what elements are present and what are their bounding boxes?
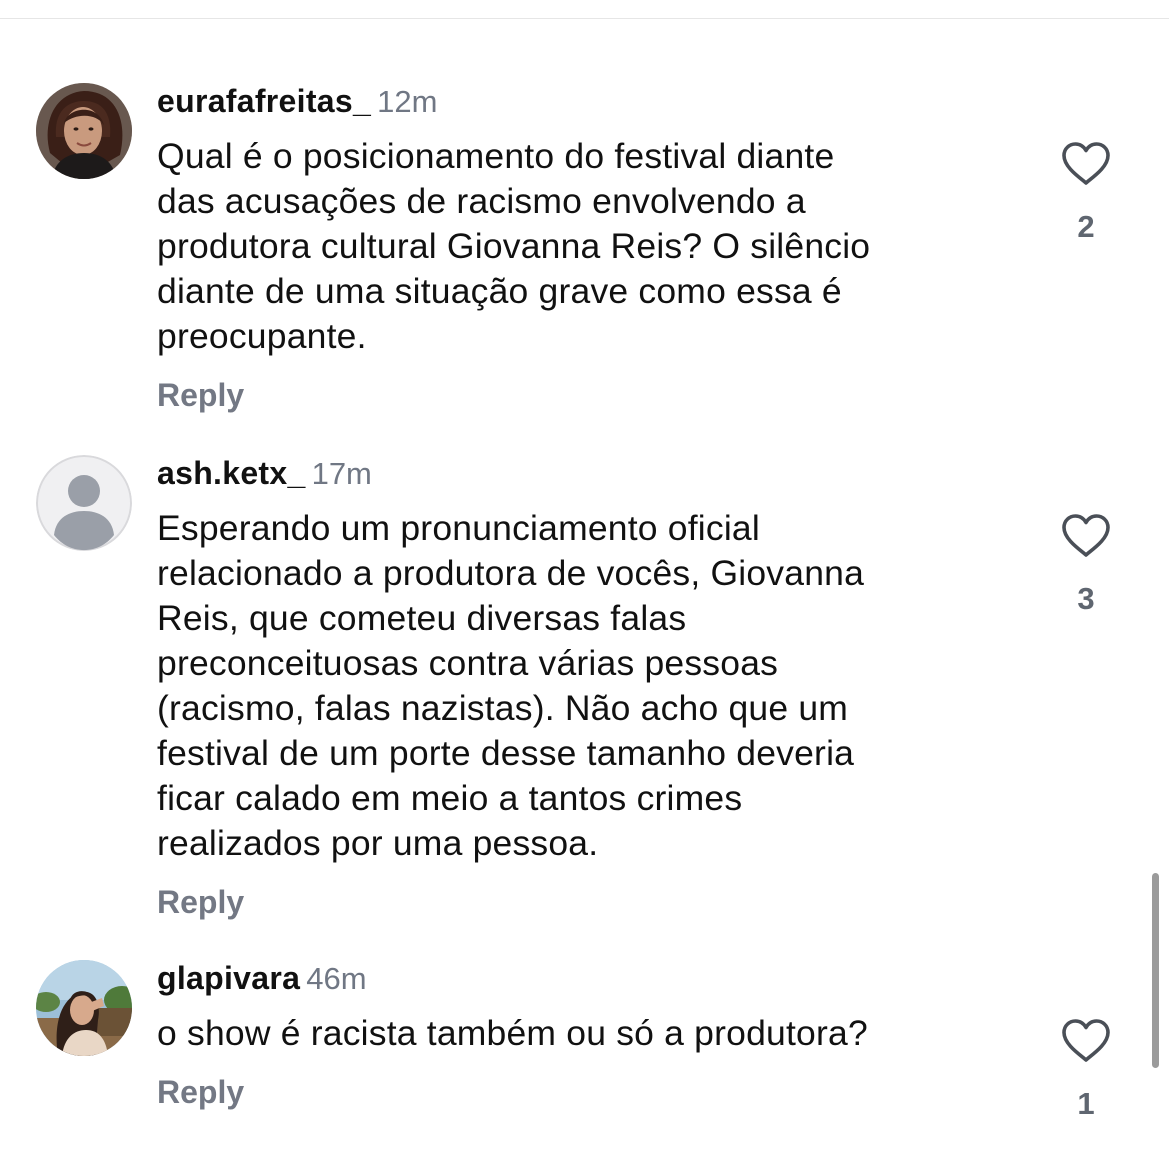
comment-text-line: das acusações de racismo envolvendo a <box>157 181 806 221</box>
avatar[interactable] <box>36 960 132 1056</box>
timestamp: 46m <box>306 961 367 996</box>
scrollbar[interactable] <box>1152 873 1159 1068</box>
comment-text-line: preconceituosas contra várias pessoas <box>157 643 779 683</box>
comment-text-line: realizados por uma pessoa. <box>157 823 599 863</box>
heart-outline-icon[interactable] <box>1060 513 1112 559</box>
comment-text: o show é racista também ou só a produtor… <box>157 1011 1037 1056</box>
default-user-icon <box>36 455 132 551</box>
timestamp: 17m <box>311 456 372 491</box>
username[interactable]: glapivara <box>157 960 300 996</box>
like-group: 1 <box>1050 1018 1122 1122</box>
comment-text-line: diante de uma situação grave como essa é <box>157 271 842 311</box>
comment-text-line: festival de um porte desse tamanho dever… <box>157 733 855 773</box>
username[interactable]: ash.ketx_ <box>157 455 306 491</box>
avatar-photo-icon <box>36 960 132 1056</box>
comment-text-line: (racismo, falas nazistas). Não acho que … <box>157 688 849 728</box>
comment-text-line: Esperando um pronunciamento oficial <box>157 508 760 548</box>
heart-outline-icon[interactable] <box>1060 141 1112 187</box>
heart-outline-icon[interactable] <box>1060 1018 1112 1064</box>
like-group: 3 <box>1050 513 1122 617</box>
comment-text-line: produtora cultural Giovanna Reis? O silê… <box>157 226 871 266</box>
comment-text-line: Reis, que cometeu diversas falas <box>157 598 687 638</box>
comment-meta: glapivara 46m <box>157 958 367 998</box>
avatar-photo-icon <box>36 83 132 179</box>
like-count: 2 <box>1077 209 1095 244</box>
comment-meta: ash.ketx_ 17m <box>157 453 372 493</box>
comment-text-line: relacionado a produtora de vocês, Giovan… <box>157 553 865 593</box>
avatar[interactable] <box>36 83 132 179</box>
like-count: 3 <box>1077 581 1095 616</box>
username[interactable]: eurafafreitas_ <box>157 83 371 119</box>
top-divider <box>0 18 1169 19</box>
timestamp: 12m <box>377 84 438 119</box>
reply-button[interactable]: Reply <box>157 377 244 414</box>
like-group: 2 <box>1050 141 1122 245</box>
comment-text-line: Qual é o posicionamento do festival dian… <box>157 136 835 176</box>
avatar[interactable] <box>36 455 132 551</box>
comment-text-line: o show é racista também ou só a produtor… <box>157 1013 868 1053</box>
comment-text-line: preocupante. <box>157 316 367 356</box>
comment-meta: eurafafreitas_ 12m <box>157 81 437 121</box>
reply-button[interactable]: Reply <box>157 1074 244 1111</box>
comment-text: Qual é o posicionamento do festival dian… <box>157 134 1037 359</box>
comment-text: Esperando um pronunciamento oficial rela… <box>157 506 1037 866</box>
comment-text-line: ficar calado em meio a tantos crimes <box>157 778 743 818</box>
like-count: 1 <box>1077 1086 1095 1121</box>
reply-button[interactable]: Reply <box>157 884 244 921</box>
